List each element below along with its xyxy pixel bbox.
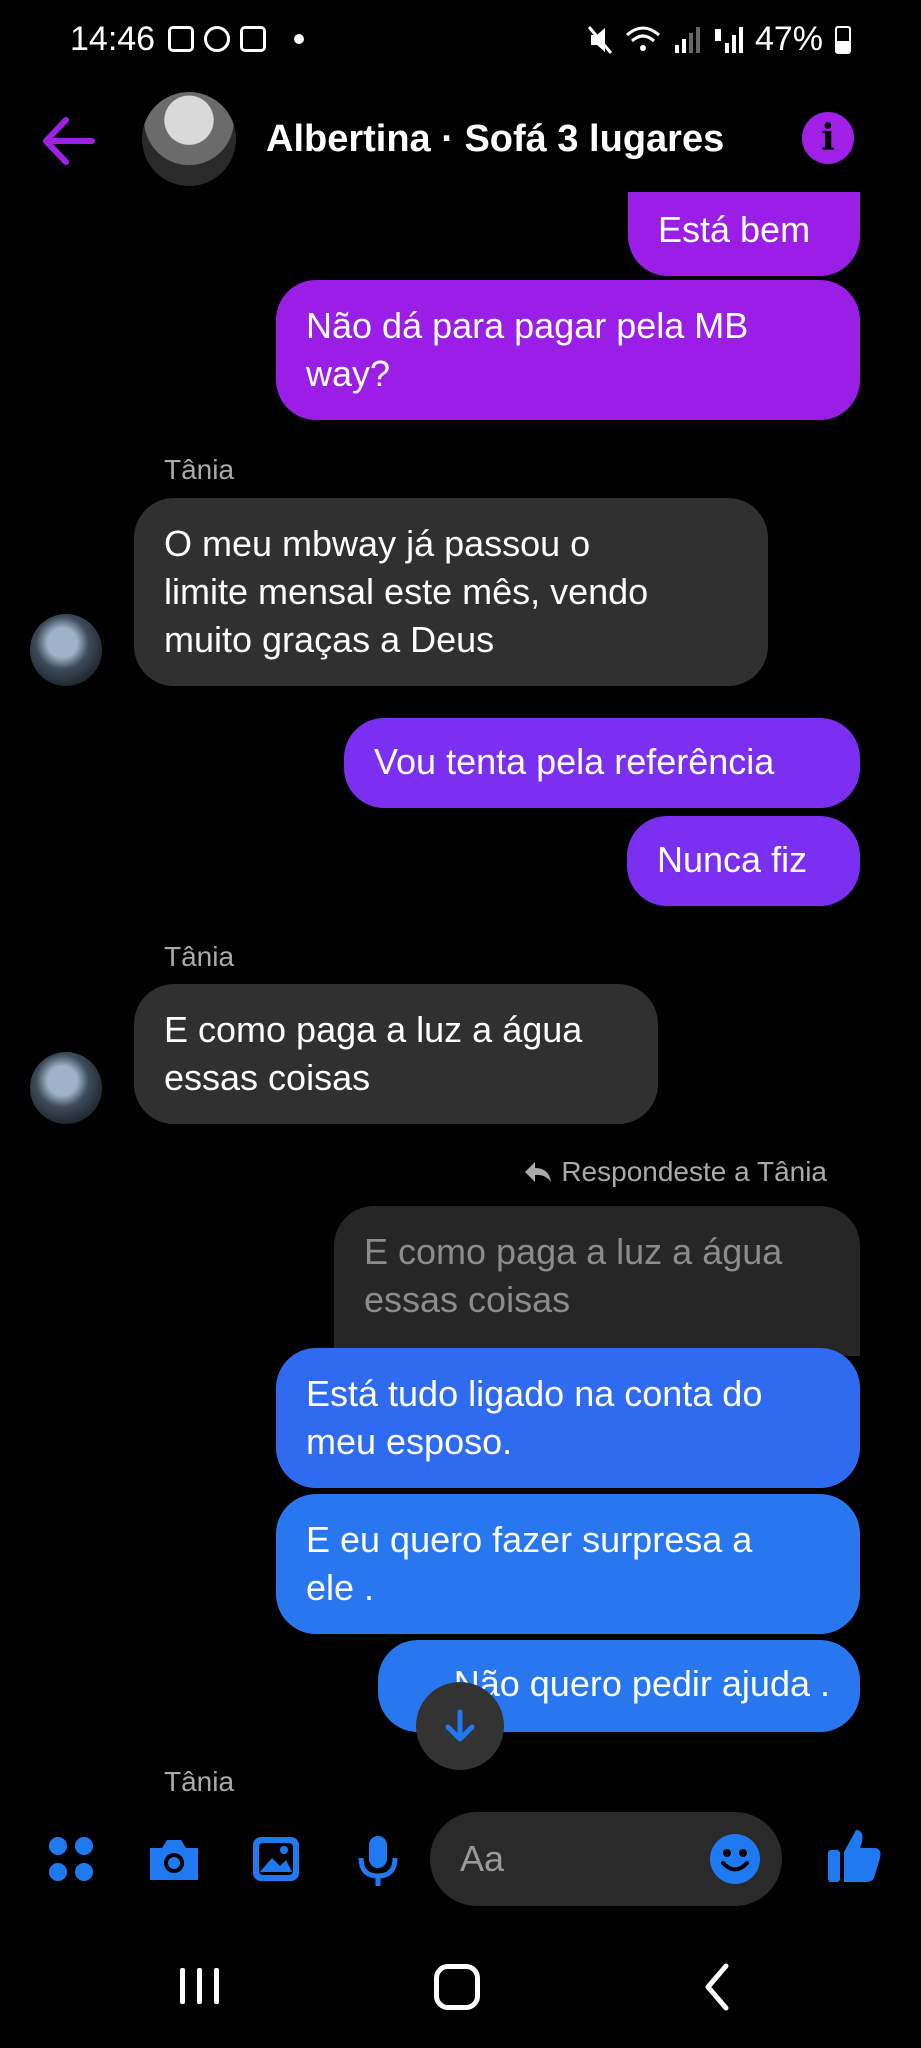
sender-avatar[interactable] (30, 1052, 102, 1124)
mute-icon (587, 25, 613, 54)
message-outgoing[interactable]: E eu quero fazer surpresa a ele . (276, 1494, 860, 1634)
message-input-placeholder: Aa (460, 1838, 505, 1879)
camera-icon[interactable] (146, 1834, 202, 1884)
microphone-icon[interactable] (356, 1834, 400, 1888)
quoted-message[interactable]: E como paga a luz a água essas coisas (334, 1206, 860, 1356)
battery-percent: 47% (754, 20, 823, 58)
reply-label-text: Respondeste a Tânia (561, 1156, 827, 1187)
scroll-to-bottom-button[interactable] (416, 1682, 504, 1770)
thumbs-up-icon[interactable] (826, 1826, 884, 1886)
apps-menu-icon[interactable] (46, 1834, 96, 1884)
recent-apps-button[interactable] (180, 1968, 219, 2004)
gallery-icon[interactable] (250, 1834, 302, 1884)
status-time: 14:46 (70, 20, 156, 58)
message-incoming[interactable]: E como paga a luz a água essas coisas (134, 984, 658, 1124)
back-arrow-icon[interactable] (40, 114, 96, 168)
arrow-down-icon (445, 1709, 475, 1742)
sender-avatar[interactable] (30, 614, 102, 686)
reply-icon (525, 1162, 552, 1182)
signal-icon (674, 26, 700, 53)
emoji-icon[interactable] (708, 1832, 762, 1886)
sender-name: Tânia (164, 454, 235, 485)
nav-back-icon[interactable] (700, 1962, 734, 2012)
system-status: 47% (587, 20, 851, 59)
message-outgoing[interactable]: Está tudo ligado na conta do meu esposo. (276, 1348, 860, 1488)
conversation-title[interactable]: Albertina · Sofá 3 lugares (266, 118, 724, 161)
message-outgoing[interactable]: Vou tenta pela referência (344, 718, 860, 808)
message-incoming[interactable]: O meu mbway já passou o limite mensal es… (134, 498, 768, 686)
whatsapp-notification-icon (204, 26, 230, 52)
reply-indicator: Respondeste a Tânia (523, 1156, 827, 1188)
battery-icon (835, 25, 851, 54)
sender-name: Tânia (164, 1766, 235, 1797)
sender-name: Tânia (164, 941, 235, 972)
signal-2-icon (714, 26, 743, 53)
gallery-notification-icon (168, 26, 194, 52)
info-icon[interactable]: i (802, 112, 854, 164)
message-outgoing[interactable]: Nunca fiz (627, 816, 860, 906)
wifi-icon (625, 26, 660, 51)
message-outgoing[interactable]: Está bem (628, 192, 860, 276)
notification-icons (168, 26, 304, 52)
message-outgoing[interactable]: Não dá para pagar pela MB way? (276, 280, 860, 420)
app-notification-icon (240, 26, 266, 52)
listing-avatar[interactable] (142, 92, 236, 186)
home-button[interactable] (434, 1964, 480, 2010)
more-notifications-dot (294, 34, 304, 44)
